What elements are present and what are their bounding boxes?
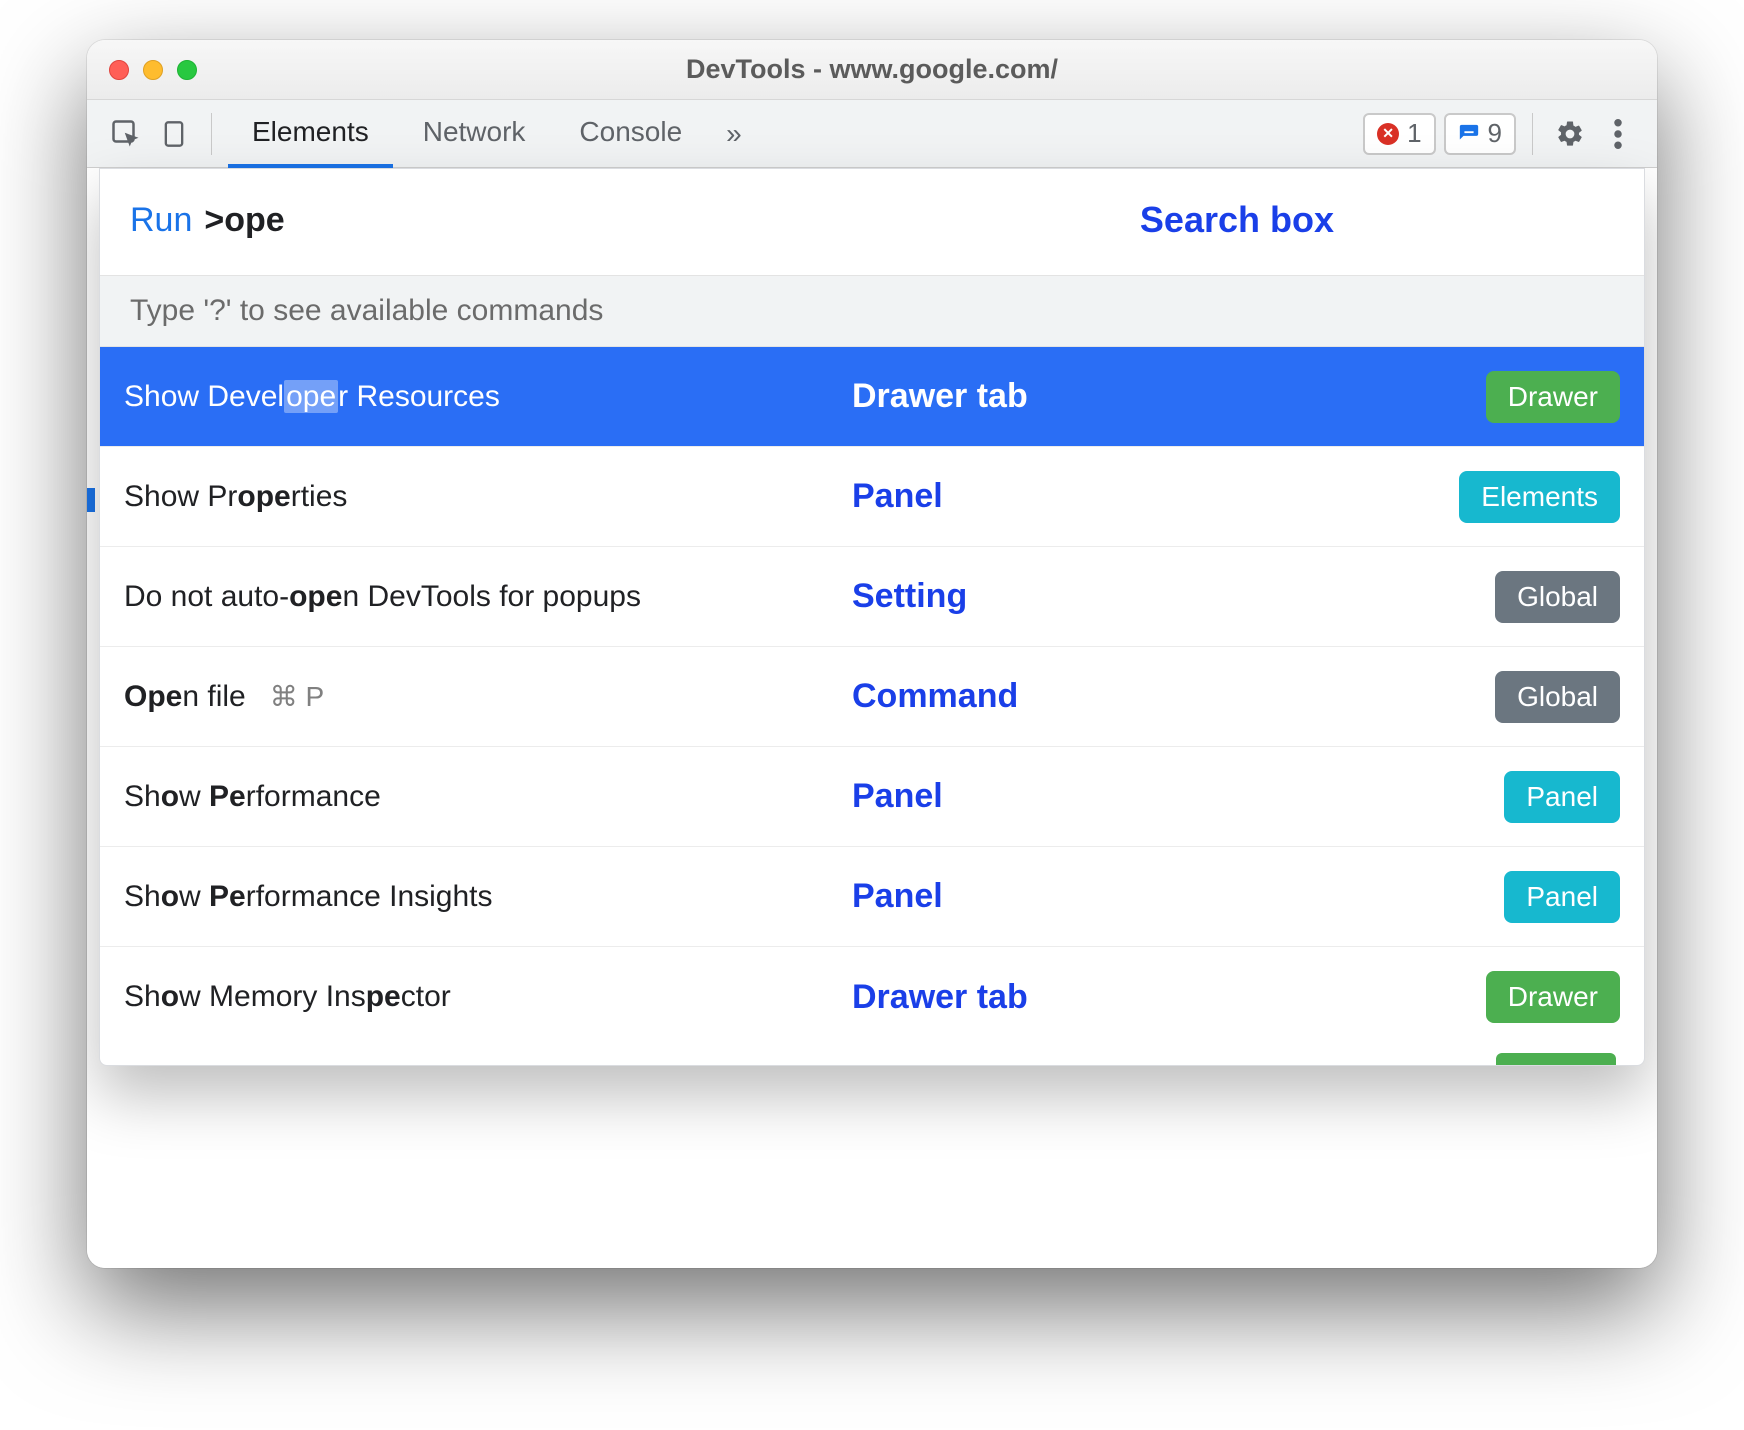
command-row[interactable]: Show Properties Panel Elements: [100, 447, 1644, 547]
error-icon: ✕: [1377, 123, 1399, 145]
traffic-lights: [109, 60, 197, 80]
annotation-label: Setting: [852, 577, 967, 616]
command-tag: Global: [1495, 571, 1620, 623]
command-label: Show Performance: [124, 780, 381, 814]
active-tab-indicator: [87, 488, 95, 512]
command-label: Show Developer Resources: [124, 380, 500, 414]
error-count: 1: [1407, 118, 1421, 149]
close-window-button[interactable]: [109, 60, 129, 80]
command-tag: Drawer: [1486, 371, 1620, 423]
command-menu: Run >ope Search box Type '?' to see avai…: [99, 168, 1645, 1066]
zoom-window-button[interactable]: [177, 60, 197, 80]
command-query: >ope: [204, 201, 284, 240]
devtools-tabstrip: Elements Network Console » ✕ 1 9: [87, 100, 1657, 168]
feedback-icon: [1458, 123, 1480, 145]
command-label: Show Properties: [124, 480, 347, 514]
command-tag: Elements: [1459, 471, 1620, 523]
command-row[interactable]: Open file⌘ P Command Global: [100, 647, 1644, 747]
command-search-row[interactable]: Run >ope Search box: [100, 169, 1644, 275]
info-count-badge[interactable]: 9: [1444, 113, 1516, 155]
command-list: Show Developer Resources Drawer tab Drawer…: [100, 347, 1644, 1047]
devtools-window: DevTools - www.google.com/ Elements Netw…: [87, 40, 1657, 1268]
separator: [211, 113, 212, 155]
status-badges: ✕ 1 9: [1363, 113, 1516, 155]
tab-console[interactable]: Console: [555, 100, 706, 168]
command-label: Show Performance Insights: [124, 880, 493, 914]
command-row[interactable]: Show Memory Inspector Drawer tab Drawer: [100, 947, 1644, 1047]
command-tag: Panel: [1504, 771, 1620, 823]
tab-network[interactable]: Network: [399, 100, 550, 168]
device-toggle-icon[interactable]: [153, 113, 195, 155]
command-row[interactable]: Do not auto-open DevTools for popups Sett…: [100, 547, 1644, 647]
annotation-label: Command: [852, 677, 1018, 716]
annotation-label: Drawer tab: [852, 377, 1028, 416]
command-list-peek: [100, 1047, 1644, 1065]
separator: [1532, 113, 1533, 155]
command-hint: Type '?' to see available commands: [100, 275, 1644, 347]
command-label: Show Memory Inspector: [124, 980, 451, 1014]
command-tag: Panel: [1504, 871, 1620, 923]
annotation-label: Panel: [852, 477, 943, 516]
more-tabs-chevron-icon[interactable]: »: [712, 118, 756, 150]
annotation-label: Panel: [852, 877, 943, 916]
command-label: Do not auto-open DevTools for popups: [124, 580, 641, 614]
error-count-badge[interactable]: ✕ 1: [1363, 113, 1435, 155]
tab-elements[interactable]: Elements: [228, 100, 393, 168]
devtools-body: Run >ope Search box Type '?' to see avai…: [87, 168, 1657, 1268]
run-label: Run: [130, 201, 192, 240]
annotation-label: Drawer tab: [852, 978, 1028, 1017]
command-shortcut: ⌘ P: [270, 680, 324, 713]
command-row[interactable]: Show Developer Resources Drawer tab Drawer: [100, 347, 1644, 447]
titlebar: DevTools - www.google.com/: [87, 40, 1657, 100]
minimize-window-button[interactable]: [143, 60, 163, 80]
command-row[interactable]: Show Performance Insights Panel Panel: [100, 847, 1644, 947]
command-tag: Global: [1495, 671, 1620, 723]
settings-gear-icon[interactable]: [1549, 113, 1591, 155]
window-title: DevTools - www.google.com/: [87, 54, 1657, 85]
info-count: 9: [1488, 118, 1502, 149]
annotation-label: Panel: [852, 777, 943, 816]
inspect-element-icon[interactable]: [105, 113, 147, 155]
command-row[interactable]: Show Performance Panel Panel: [100, 747, 1644, 847]
command-tag: Drawer: [1486, 971, 1620, 1023]
command-label: Open file⌘ P: [124, 680, 324, 714]
peek-tag: [1496, 1053, 1616, 1065]
more-menu-kebab-icon[interactable]: [1597, 113, 1639, 155]
annotation-search-box: Search box: [1140, 199, 1334, 241]
